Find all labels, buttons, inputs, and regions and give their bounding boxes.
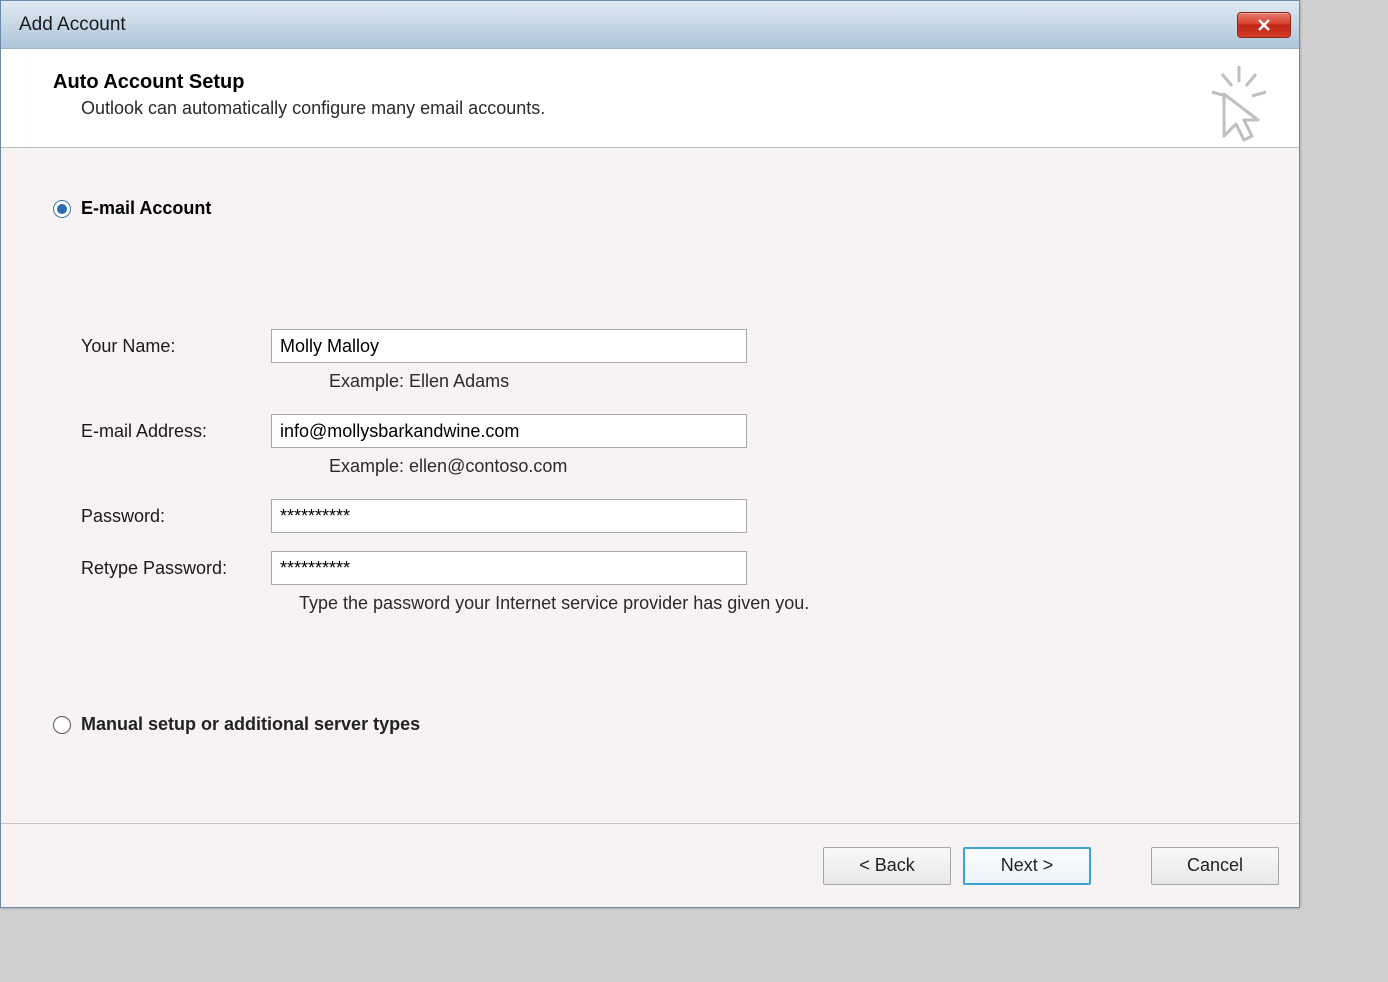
close-button[interactable]: [1237, 12, 1291, 38]
radio-email-account[interactable]: [53, 200, 71, 218]
email-input[interactable]: [271, 414, 747, 448]
add-account-window: Add Account Auto Account Setup Outlook c…: [0, 0, 1300, 908]
row-email: E-mail Address:: [81, 414, 1247, 448]
row-retype-password: Retype Password:: [81, 551, 1247, 585]
form-area: Your Name: Example: Ellen Adams E-mail A…: [53, 239, 1247, 614]
footer-panel: < Back Next > Cancel: [1, 823, 1299, 907]
retype-password-input[interactable]: [271, 551, 747, 585]
header-panel: Auto Account Setup Outlook can automatic…: [1, 49, 1299, 148]
row-password: Password:: [81, 499, 1247, 533]
cancel-button[interactable]: Cancel: [1151, 847, 1279, 885]
radio-manual-setup-row: Manual setup or additional server types: [53, 714, 1247, 735]
header-title: Auto Account Setup: [53, 71, 1269, 94]
next-button[interactable]: Next >: [963, 847, 1091, 885]
name-input[interactable]: [271, 329, 747, 363]
content-panel: E-mail Account Your Name: Example: Ellen…: [1, 148, 1299, 775]
radio-email-account-row: E-mail Account: [53, 198, 1247, 219]
name-label: Your Name:: [81, 336, 271, 357]
retype-password-label: Retype Password:: [81, 558, 271, 579]
titlebar: Add Account: [1, 1, 1299, 49]
row-name: Your Name:: [81, 329, 1247, 363]
name-hint: Example: Ellen Adams: [329, 371, 1247, 392]
close-icon: [1256, 17, 1272, 33]
radio-email-account-label: E-mail Account: [81, 198, 211, 219]
email-label: E-mail Address:: [81, 421, 271, 442]
radio-manual-setup[interactable]: [53, 716, 71, 734]
window-title: Add Account: [19, 14, 126, 36]
radio-manual-setup-label: Manual setup or additional server types: [81, 714, 420, 735]
password-hint: Type the password your Internet service …: [299, 593, 1247, 614]
password-label: Password:: [81, 506, 271, 527]
cursor-click-icon: [1194, 64, 1274, 144]
password-input[interactable]: [271, 499, 747, 533]
email-hint: Example: ellen@contoso.com: [329, 456, 1247, 477]
header-subtitle: Outlook can automatically configure many…: [81, 98, 1269, 119]
back-button[interactable]: < Back: [823, 847, 951, 885]
